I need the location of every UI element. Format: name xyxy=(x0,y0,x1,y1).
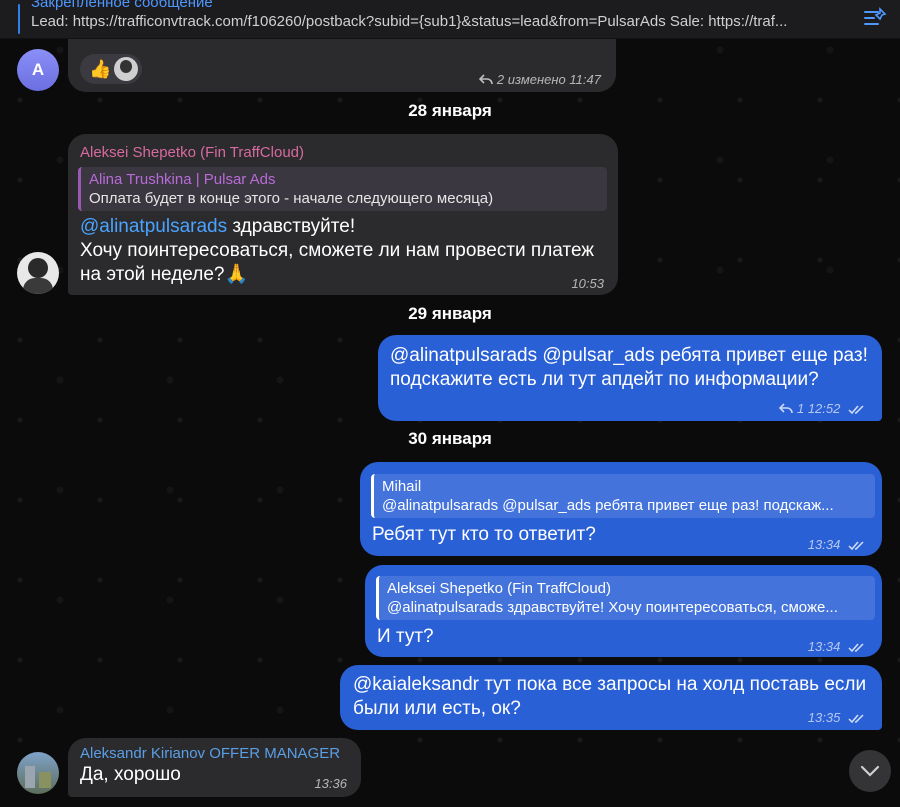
avatar-letter: A xyxy=(31,60,45,79)
message-text: Да, хорошо xyxy=(80,764,181,785)
chevron-down-icon xyxy=(860,765,880,777)
message-bubble[interactable]: Aleksei Shepetko (Fin TraffCloud) @alina… xyxy=(365,565,882,657)
reply-quote[interactable]: Alina Trushkina | Pulsar Ads Оплата буде… xyxy=(78,167,607,211)
message-meta: 13:35 xyxy=(808,706,866,730)
message-bubble[interactable]: @kaialeksandr тут пока все запросы на хо… xyxy=(340,665,882,730)
message-time: 11:47 xyxy=(569,72,601,87)
reply-arrow-icon xyxy=(479,74,494,85)
date-separator: 28 января xyxy=(408,101,492,120)
date-separator: 29 января xyxy=(408,304,492,323)
message-time: 13:35 xyxy=(807,710,841,725)
pinned-indicator xyxy=(18,4,20,34)
double-check-icon xyxy=(848,714,864,723)
message-text: Ребят тут кто то ответит? xyxy=(372,524,596,545)
message-time: 13:34 xyxy=(807,537,841,552)
reactor-avatar xyxy=(114,57,138,81)
pinned-text: Lead: https://trafficonvtrack.com/f10626… xyxy=(31,13,788,30)
message-meta: 13:34 xyxy=(808,635,866,659)
message-bubble[interactable]: Aleksei Shepetko (Fin TraffCloud) Alina … xyxy=(68,134,618,295)
message-meta: 1 12:52 xyxy=(779,397,866,421)
thumbs-up-reaction[interactable]: 👍 xyxy=(89,57,111,81)
date-separator: 30 января xyxy=(408,429,492,448)
message-text: @alinatpulsarads здравствуйте! Хочу поин… xyxy=(80,215,600,287)
message-text: И тут? xyxy=(377,626,434,647)
avatar[interactable] xyxy=(17,252,59,294)
reply-quote[interactable]: Aleksei Shepetko (Fin TraffCloud) @alina… xyxy=(376,576,875,620)
reaction-row[interactable]: 👍 xyxy=(80,54,142,84)
message-text-part: Хочу поинтересоваться, сможете ли нам пр… xyxy=(80,240,595,285)
reply-author: Aleksei Shepetko (Fin TraffCloud) xyxy=(387,580,611,597)
double-check-icon xyxy=(848,541,864,550)
sender-name[interactable]: Aleksandr Kirianov OFFER MANAGER xyxy=(80,745,340,763)
message-text: @alinatpulsarads @pulsar_ads ребята прив… xyxy=(390,345,868,390)
message-bubble[interactable]: Mihail @alinatpulsarads @pulsar_ads ребя… xyxy=(360,462,882,556)
reply-author: Alina Trushkina | Pulsar Ads xyxy=(89,171,276,188)
message-time: 12:52 xyxy=(807,401,841,416)
mention-link[interactable]: @alinatpulsarads xyxy=(80,216,227,237)
message-text: @kaialeksandr тут пока все запросы на хо… xyxy=(353,673,878,721)
reply-text: @alinatpulsarads здравствуйте! Хочу поин… xyxy=(387,599,838,616)
message-bubble[interactable]: Aleksandr Kirianov OFFER MANAGER Да, хор… xyxy=(68,738,361,797)
reply-quote[interactable]: Mihail @alinatpulsarads @pulsar_ads ребя… xyxy=(371,474,875,518)
scroll-down-button[interactable] xyxy=(849,750,891,792)
reply-text: Оплата будет в конце этого - начале след… xyxy=(89,190,494,207)
message-time: 13:36 xyxy=(314,776,347,791)
pinned-title: Закрепленное сообщение xyxy=(31,0,213,11)
reply-author: Mihail xyxy=(382,478,422,495)
message-bubble[interactable]: @alinatpulsarads @pulsar_ads ребята прив… xyxy=(378,335,882,421)
double-check-icon xyxy=(848,643,864,652)
edited-label: изменено xyxy=(507,72,566,87)
reply-text: @alinatpulsarads @pulsar_ads ребята прив… xyxy=(382,497,834,514)
message-text-part: @kaialeksandr тут пока все запросы на хо… xyxy=(353,674,867,719)
reply-arrow-icon xyxy=(779,403,794,414)
message-meta: 2 изменено 11:47 xyxy=(479,68,601,92)
message-text-part: здравствуйте! xyxy=(227,216,356,237)
avatar[interactable]: A xyxy=(17,49,59,91)
pinned-message-bar[interactable]: Закрепленное сообщение Lead: https://tra… xyxy=(0,0,900,39)
avatar[interactable] xyxy=(17,752,59,794)
reply-count: 2 xyxy=(496,72,505,87)
reply-count: 1 xyxy=(796,401,805,416)
double-check-icon xyxy=(848,405,864,414)
message-meta: 13:34 xyxy=(808,533,866,557)
sender-name[interactable]: Aleksei Shepetko (Fin TraffCloud) xyxy=(80,144,304,162)
message-time: 10:53 xyxy=(571,276,604,291)
message-time: 13:34 xyxy=(807,639,841,654)
pinned-list-icon[interactable] xyxy=(862,6,888,30)
